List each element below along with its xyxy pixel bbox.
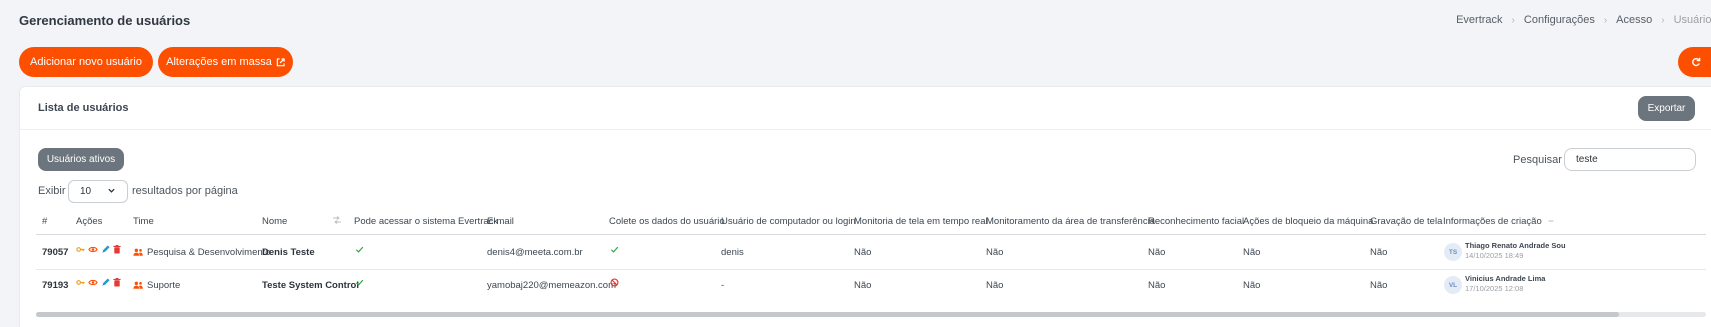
breadcrumb: Evertrack › Configurações › Acesso › Usu… — [1456, 14, 1711, 26]
row-screen-monitor: Não — [854, 280, 872, 291]
horizontal-scrollbar[interactable] — [36, 312, 1706, 317]
row-face: Não — [1148, 280, 1166, 291]
sort-icon[interactable] — [332, 216, 342, 227]
row-name: Teste System Control — [262, 280, 359, 291]
trash-icon[interactable] — [113, 245, 121, 254]
refresh-icon — [1692, 57, 1701, 67]
row-face: Não — [1148, 247, 1166, 258]
col-header-name[interactable]: Nome — [262, 216, 287, 227]
refresh-button[interactable] — [1678, 47, 1711, 77]
active-users-filter[interactable]: Usuários ativos — [38, 148, 124, 171]
col-header-block[interactable]: Ações de bloqueio da máquina — [1243, 216, 1373, 227]
row-actions — [76, 278, 121, 287]
col-header-actions: Ações — [76, 216, 103, 227]
mass-changes-label: Alterações em massa — [166, 56, 272, 68]
chevron-down-icon — [108, 188, 115, 193]
page-title: Gerenciamento de usuários — [19, 13, 191, 28]
search-input[interactable] — [1564, 148, 1696, 171]
external-link-icon — [276, 57, 285, 66]
row-email: yamobaj220@memeazon.com — [487, 280, 616, 291]
results-per-page-label: resultados por página — [132, 185, 238, 197]
row-team: Suporte — [133, 280, 180, 291]
breadcrumb-configuracoes[interactable]: Configurações — [1524, 14, 1595, 26]
chevron-right-icon: › — [1603, 14, 1608, 26]
row-id: 79193 — [42, 280, 69, 291]
row-team-label: Suporte — [147, 280, 181, 291]
table-header-divider — [36, 234, 1706, 235]
row-actions — [76, 245, 121, 254]
row-block: Não — [1243, 247, 1261, 258]
users-icon — [133, 248, 143, 256]
card-title: Lista de usuários — [38, 102, 129, 114]
edit-icon[interactable] — [101, 245, 110, 254]
search-label: Pesquisar — [1513, 154, 1562, 166]
row-recording: Não — [1370, 280, 1388, 291]
col-header-team[interactable]: Time — [133, 216, 154, 227]
mass-changes-button[interactable]: Alterações em massa — [158, 47, 293, 77]
show-label: Exibir — [38, 185, 66, 197]
col-header-login[interactable]: Usuário de computador ou login — [721, 216, 856, 227]
row-recording: Não — [1370, 247, 1388, 258]
col-header-creation[interactable]: Informações de criação — [1443, 216, 1542, 227]
row-team: Pesquisa & Desenvolvimento — [133, 247, 271, 258]
eye-icon[interactable] — [88, 278, 98, 287]
col-header-screen-monitor[interactable]: Monitoria de tela em tempo real — [854, 216, 988, 227]
row-id: 79057 — [42, 247, 69, 258]
creator-date: 14/10/2025 18:49 — [1465, 251, 1524, 260]
edit-icon[interactable] — [101, 278, 110, 287]
col-header-id[interactable]: # — [42, 216, 47, 227]
scrollbar-thumb[interactable] — [36, 312, 1619, 317]
row-screen-monitor: Não — [854, 247, 872, 258]
sort-indicator-icon — [1548, 216, 1554, 227]
key-icon[interactable] — [76, 245, 85, 254]
breadcrumb-usuarios: Usuários — [1673, 14, 1711, 26]
row-login: denis — [721, 247, 744, 258]
row-divider — [36, 269, 1706, 270]
row-login: - — [721, 280, 725, 291]
row-clipboard: Não — [986, 247, 1004, 258]
col-header-face[interactable]: Reconhecimento facial — [1148, 216, 1244, 227]
creator-date: 17/10/2025 12:08 — [1465, 284, 1524, 293]
col-header-email[interactable]: E-mail — [487, 216, 514, 227]
col-header-recording[interactable]: Gravação de tela — [1370, 216, 1442, 227]
row-email: denis4@meeta.com.br — [487, 247, 583, 258]
col-header-clipboard[interactable]: Monitoramento da área de transferência — [986, 216, 1155, 227]
avatar: VL — [1444, 276, 1462, 294]
trash-icon[interactable] — [113, 278, 121, 287]
creator-name: Vinicius Andrade Lima — [1465, 274, 1546, 283]
row-block: Não — [1243, 280, 1261, 291]
breadcrumb-acesso[interactable]: Acesso — [1616, 14, 1652, 26]
check-icon — [610, 245, 619, 257]
row-name: Denis Teste — [262, 247, 315, 258]
col-header-can-access[interactable]: Pode acessar o sistema Evertrack — [354, 216, 498, 227]
avatar: TS — [1444, 243, 1462, 261]
chevron-right-icon: › — [1511, 14, 1515, 26]
card-header: Lista de usuários — [20, 87, 1711, 130]
user-list-card: Lista de usuários Exportar Usuários ativ… — [19, 86, 1711, 327]
eye-icon[interactable] — [88, 245, 98, 254]
col-header-collect[interactable]: Colete os dados do usuário — [609, 216, 725, 227]
key-icon[interactable] — [76, 278, 85, 287]
blocked-icon — [610, 278, 619, 290]
per-page-value: 10 — [80, 186, 92, 197]
export-button[interactable]: Exportar — [1638, 96, 1695, 121]
breadcrumb-evertrack[interactable]: Evertrack — [1456, 14, 1502, 26]
per-page-select[interactable]: 10 — [68, 180, 128, 203]
row-clipboard: Não — [986, 280, 1004, 291]
creator-name: Thiago Renato Andrade Sou — [1465, 241, 1566, 250]
check-icon — [355, 278, 364, 290]
check-icon — [355, 245, 364, 257]
users-icon — [133, 281, 143, 289]
row-team-label: Pesquisa & Desenvolvimento — [147, 247, 271, 258]
add-user-button[interactable]: Adicionar novo usuário — [19, 47, 153, 77]
chevron-right-icon: › — [1661, 14, 1665, 26]
